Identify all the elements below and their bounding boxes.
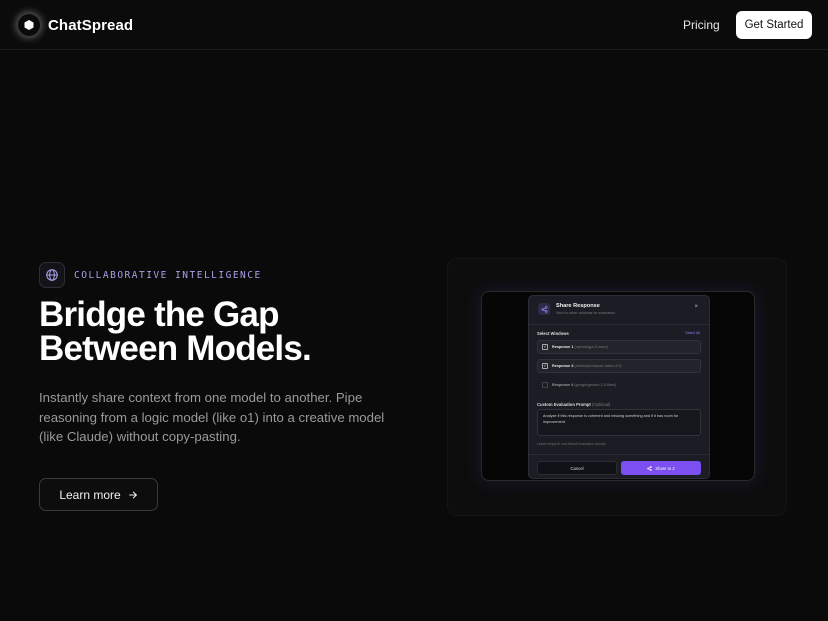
hero-title-line-2: Between Models. — [39, 329, 312, 368]
hero-badge: COLLABORATIVE INTELLIGENCE — [39, 262, 262, 288]
logo-icon — [18, 14, 40, 36]
evaluation-prompt-label: Custom Evaluation Prompt (Optional) — [537, 402, 611, 407]
hero-title: Bridge the Gap Between Models. — [39, 295, 312, 368]
window-option[interactable]: Response 4 (google/gemini-2.5-flash) — [537, 378, 701, 392]
window-option-label: Response 3 (anthropic/claude-haiku-4.5) — [552, 364, 622, 368]
share-icon — [538, 303, 550, 315]
share-response-modal: Share Response Send to other windows for… — [528, 295, 710, 479]
brand-logo[interactable]: ChatSpread — [18, 14, 133, 36]
evaluation-prompt-input[interactable]: Analyze if this response is coherent and… — [537, 409, 701, 436]
window-option[interactable]: ✓ Response 1 (openai/gpt-5-nano) — [537, 340, 701, 354]
share-button-label: Share to 2 — [655, 465, 675, 471]
get-started-button[interactable]: Get Started — [736, 11, 812, 39]
site-header: ChatSpread Pricing Get Started — [0, 0, 828, 50]
globe-icon — [39, 262, 65, 288]
modal-title: Share Response — [556, 303, 600, 309]
checkbox-checked-icon[interactable]: ✓ — [542, 363, 548, 369]
modal-subtitle: Send to other windows for evaluation — [556, 311, 615, 315]
prompt-hint: Leave empty to use default evaluation pr… — [537, 442, 606, 446]
nav-pricing-link[interactable]: Pricing — [683, 18, 720, 32]
window-option[interactable]: ✓ Response 3 (anthropic/claude-haiku-4.5… — [537, 359, 701, 373]
arrow-right-icon — [128, 491, 137, 498]
close-icon[interactable]: × — [694, 304, 698, 310]
cancel-button[interactable]: Cancel — [537, 461, 617, 475]
hero-title-line-1: Bridge the Gap — [39, 295, 279, 334]
modal-header: Share Response Send to other windows for… — [529, 296, 709, 322]
divider — [529, 324, 709, 325]
learn-more-button[interactable]: Learn more — [39, 478, 158, 511]
share-button[interactable]: Share to 2 — [621, 461, 701, 475]
badge-label: COLLABORATIVE INTELLIGENCE — [74, 269, 262, 281]
divider — [529, 454, 709, 455]
checkbox-checked-icon[interactable]: ✓ — [542, 344, 548, 350]
share-icon — [647, 465, 653, 471]
preview-screenshot-frame: Share Response Send to other windows for… — [481, 291, 755, 481]
select-all-link[interactable]: Select All — [685, 331, 700, 335]
checkbox-unchecked-icon[interactable] — [542, 382, 548, 388]
brand-name: ChatSpread — [48, 16, 134, 34]
learn-more-label: Learn more — [59, 487, 121, 502]
select-windows-label: Select Windows — [537, 331, 569, 336]
window-option-label: Response 1 (openai/gpt-5-nano) — [552, 345, 608, 349]
window-option-label: Response 4 (google/gemini-2.5-flash) — [552, 383, 617, 387]
hero-description: Instantly share context from one model t… — [39, 390, 385, 444]
